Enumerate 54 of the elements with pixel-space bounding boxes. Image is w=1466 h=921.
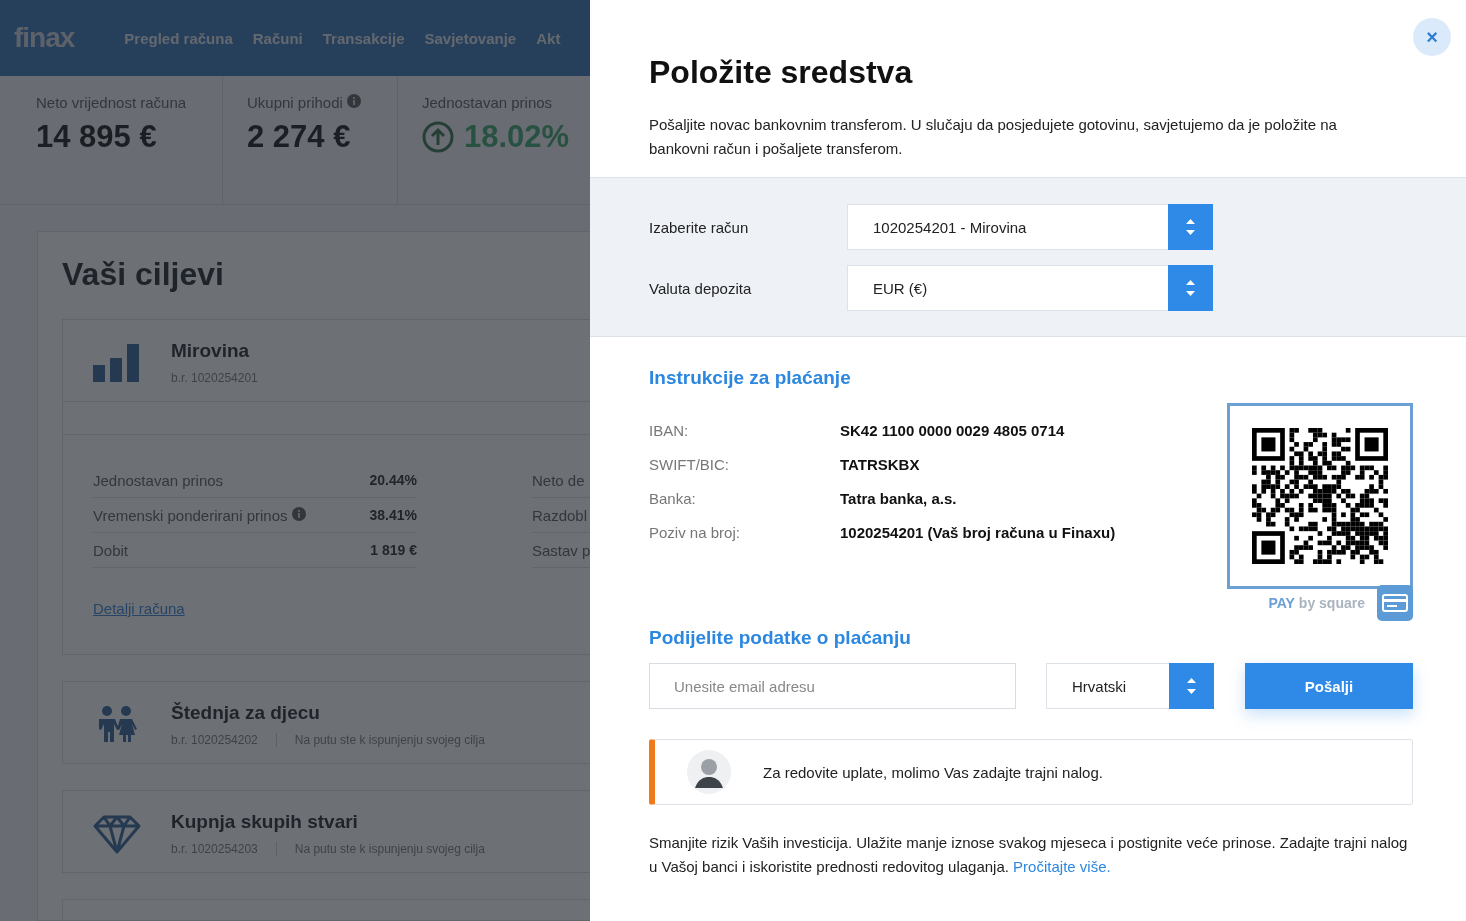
- stat-value: 2 274 €: [247, 119, 351, 155]
- detail-value: TATRSKBX: [840, 455, 920, 473]
- send-button[interactable]: Pošalji: [1245, 663, 1413, 709]
- stat-label: Neto vrijednost računa: [36, 94, 187, 111]
- detail-value: SK42 1100 0000 0029 4805 0714: [840, 421, 1065, 439]
- up-arrow-circle-icon: [422, 121, 454, 153]
- avatar-icon: [687, 750, 731, 794]
- dropdown-arrows-icon: [1168, 265, 1213, 311]
- section-heading: Instrukcije za plaćanje: [649, 367, 852, 389]
- metric-label: Razdobl: [532, 506, 588, 524]
- notice-text: Za redovite uplate, molimo Vas zadajte trajni nalog.: [763, 763, 1103, 781]
- metric-value: 20.44%: [369, 472, 417, 488]
- intro-text: Pošaljite novac bankovnim transferom. U slučaju da posjedujete gotovinu, savjetujemo da je položite na bankovni račun i pošaljete transferom.: [649, 115, 1338, 159]
- card-icon: [1377, 585, 1413, 621]
- goal-name: Mirovina: [171, 340, 251, 362]
- stat-label: Jednostavan prinos: [422, 94, 553, 111]
- metric-label: Neto de: [532, 471, 585, 489]
- detail-label: Poziv na broj:: [649, 523, 741, 541]
- field-label: Izaberite račun: [649, 218, 750, 236]
- goal-name: Kupnja skupih stvari: [171, 811, 359, 833]
- dropdown-arrows-icon: [1169, 663, 1214, 709]
- account-details-link[interactable]: Detalji računa: [93, 600, 185, 617]
- field-label: Valuta depozita: [649, 279, 753, 297]
- info-icon: [291, 506, 306, 521]
- detail-value: Tatra banka, a.s.: [840, 489, 957, 507]
- bar-chart-icon: [93, 342, 141, 383]
- goal-name: Štednja za djecu: [171, 702, 321, 724]
- dialog-title: Položite sredstva: [649, 54, 914, 91]
- metric-value: 1 819 €: [370, 542, 417, 558]
- detail-label: SWIFT/BIC:: [649, 455, 730, 473]
- section-title: Vaši ciljevi: [62, 256, 225, 293]
- read-more-link[interactable]: Pročitajte više.: [1013, 858, 1111, 875]
- metric-label: Dobit: [93, 541, 129, 559]
- pay-by-square-label: PAY by square: [1268, 595, 1365, 611]
- detail-label: IBAN:: [649, 421, 690, 439]
- dropdown-arrows-icon: [1168, 204, 1213, 250]
- metric-value: 38.41%: [369, 507, 417, 523]
- detail-value: 1020254201 (Vaš broj računa u Finaxu): [840, 523, 1116, 541]
- stat-value: 18.02%: [464, 119, 570, 155]
- diamond-icon: [93, 813, 141, 854]
- metric-label: Vremenski ponderirani prinos: [93, 506, 288, 524]
- stat-label: Ukupni prihodi: [247, 94, 343, 111]
- stat-value: 14 895 €: [36, 119, 157, 155]
- select-field[interactable]: 1020254201 - Mirovina: [847, 204, 1213, 250]
- info-icon: [346, 94, 361, 108]
- email-input[interactable]: Unesite email adresu: [649, 663, 1016, 709]
- section-heading: Podijelite podatke o plaćanju: [649, 627, 912, 649]
- select-field[interactable]: Hrvatski: [1046, 663, 1214, 709]
- metric-label: Sastav p: [532, 541, 590, 559]
- select-field[interactable]: EUR (€): [847, 265, 1213, 311]
- detail-label: Banka:: [649, 489, 697, 507]
- info-paragraph: Smanjite rizik Vaših investicija. Ulažite manje iznose svakog mjeseca i postignite veće prinose. Zadajte trajni nalog u Vašoj banci i iskoristite prednosti redovitog ulaganja. Pročitajte više.: [649, 833, 1409, 877]
- close-button[interactable]: ×: [1413, 18, 1451, 56]
- metric-label: Jednostavan prinos: [93, 471, 224, 489]
